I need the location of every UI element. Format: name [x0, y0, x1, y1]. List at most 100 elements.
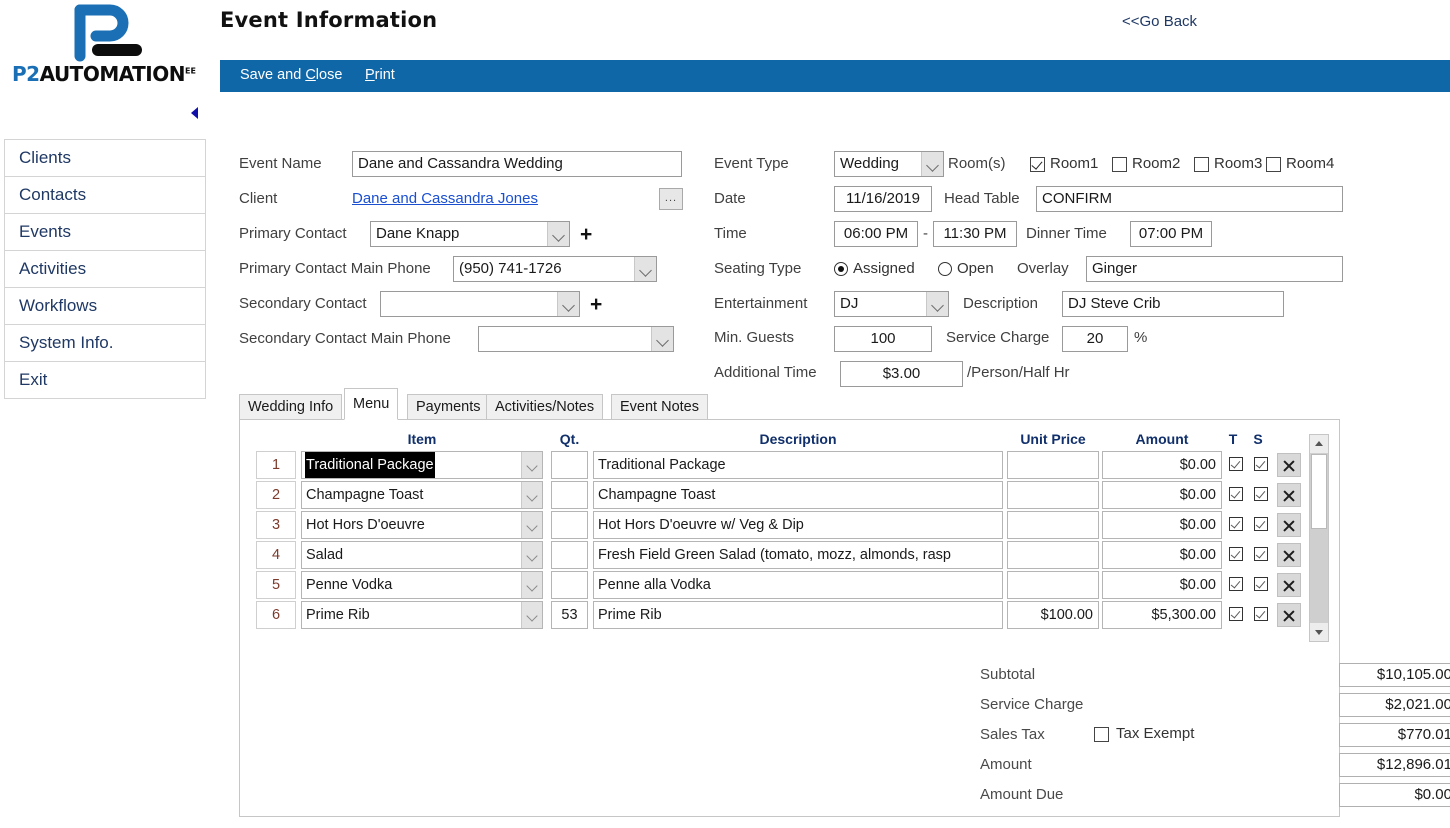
row-t-checkbox[interactable] [1229, 457, 1243, 471]
row-amount-input[interactable]: $0.00 [1102, 481, 1222, 509]
tax-exempt-checkbox[interactable] [1094, 727, 1109, 742]
chevron-down-icon[interactable] [521, 482, 542, 508]
row-delete-button[interactable] [1277, 513, 1301, 537]
chevron-down-icon[interactable] [651, 327, 673, 351]
table-row[interactable]: 4 Salad Fresh Field Green Salad (tomato,… [240, 541, 1341, 571]
row-amount-input[interactable]: $0.00 [1102, 511, 1222, 539]
table-row[interactable]: 6 Prime Rib 53 Prime Rib $100.00 $5,300.… [240, 601, 1341, 631]
row-s-checkbox[interactable] [1254, 547, 1268, 561]
dinner-time-input[interactable]: 07:00 PM [1130, 221, 1212, 247]
time-start-input[interactable]: 06:00 PM [834, 221, 918, 247]
chevron-down-icon[interactable] [521, 542, 542, 568]
primary-contact-select[interactable]: Dane Knapp [370, 221, 570, 247]
grid-scrollbar[interactable] [1309, 434, 1329, 642]
row-amount-input[interactable]: $0.00 [1102, 451, 1222, 479]
entertainment-select[interactable]: DJ [834, 291, 949, 317]
row-description-input[interactable]: Penne alla Vodka [593, 571, 1003, 599]
chevron-down-icon[interactable] [521, 452, 542, 478]
chevron-down-icon[interactable] [926, 292, 948, 316]
row-unit-price-input[interactable] [1007, 511, 1099, 539]
tab-activities-notes[interactable]: Activities/Notes [486, 394, 604, 420]
scrollbar-thumb[interactable] [1311, 454, 1327, 529]
chevron-down-icon[interactable] [521, 602, 542, 628]
row-t-checkbox[interactable] [1229, 487, 1243, 501]
row-t-checkbox[interactable] [1229, 577, 1243, 591]
row-unit-price-input[interactable] [1007, 451, 1099, 479]
row-amount-input[interactable]: $0.00 [1102, 541, 1222, 569]
service-charge-input[interactable]: 20 [1062, 326, 1128, 352]
row-qty-input[interactable] [551, 511, 588, 539]
add-primary-contact-button[interactable]: + [580, 224, 592, 245]
row-description-input[interactable]: Traditional Package [593, 451, 1003, 479]
client-link[interactable]: Dane and Cassandra Jones [352, 190, 538, 207]
row-item-select[interactable]: Champagne Toast [301, 481, 543, 509]
chevron-down-icon[interactable] [547, 222, 569, 246]
time-end-input[interactable]: 11:30 PM [933, 221, 1017, 247]
row-t-checkbox[interactable] [1229, 547, 1243, 561]
row-item-select[interactable]: Penne Vodka [301, 571, 543, 599]
row-unit-price-input[interactable] [1007, 541, 1099, 569]
client-browse-button[interactable]: ... [659, 188, 683, 210]
tab-payments[interactable]: Payments [407, 394, 490, 420]
row-qty-input[interactable] [551, 541, 588, 569]
row-qty-input[interactable] [551, 451, 588, 479]
row-delete-button[interactable] [1277, 483, 1301, 507]
chevron-down-icon[interactable] [921, 152, 943, 176]
chevron-down-icon[interactable] [521, 572, 542, 598]
row-description-input[interactable]: Champagne Toast [593, 481, 1003, 509]
row-amount-input[interactable]: $5,300.00 [1102, 601, 1222, 629]
additional-time-input[interactable]: $3.00 [840, 361, 963, 387]
row-item-select[interactable]: Prime Rib [301, 601, 543, 629]
room1-checkbox[interactable] [1030, 157, 1045, 172]
chevron-down-icon[interactable] [634, 257, 656, 281]
table-row[interactable]: 5 Penne Vodka Penne alla Vodka $0.00 [240, 571, 1341, 601]
row-delete-button[interactable] [1277, 543, 1301, 567]
row-delete-button[interactable] [1277, 603, 1301, 627]
row-description-input[interactable]: Prime Rib [593, 601, 1003, 629]
event-name-input[interactable]: Dane and Cassandra Wedding [352, 151, 682, 177]
table-row[interactable]: 3 Hot Hors D'oeuvre Hot Hors D'oeuvre w/… [240, 511, 1341, 541]
row-amount-input[interactable]: $0.00 [1102, 571, 1222, 599]
chevron-down-icon[interactable] [521, 512, 542, 538]
row-item-select[interactable]: Hot Hors D'oeuvre [301, 511, 543, 539]
primary-phone-select[interactable]: (950) 741-1726 [453, 256, 657, 282]
row-description-input[interactable]: Hot Hors D'oeuvre w/ Veg & Dip [593, 511, 1003, 539]
overlay-input[interactable]: Ginger [1086, 256, 1343, 282]
row-s-checkbox[interactable] [1254, 517, 1268, 531]
date-input[interactable]: 11/16/2019 [834, 186, 932, 212]
row-delete-button[interactable] [1277, 453, 1301, 477]
secondary-phone-select[interactable] [478, 326, 674, 352]
row-unit-price-input[interactable] [1007, 481, 1099, 509]
row-description-input[interactable]: Fresh Field Green Salad (tomato, mozz, a… [593, 541, 1003, 569]
seating-assigned-radio[interactable] [834, 262, 848, 276]
row-s-checkbox[interactable] [1254, 607, 1268, 621]
row-delete-button[interactable] [1277, 573, 1301, 597]
head-table-input[interactable]: CONFIRM [1036, 186, 1343, 212]
row-unit-price-input[interactable]: $100.00 [1007, 601, 1099, 629]
scroll-down-button[interactable] [1310, 623, 1328, 641]
row-unit-price-input[interactable] [1007, 571, 1099, 599]
row-t-checkbox[interactable] [1229, 607, 1243, 621]
row-qty-input[interactable]: 53 [551, 601, 588, 629]
room4-checkbox[interactable] [1266, 157, 1281, 172]
min-guests-input[interactable]: 100 [834, 326, 932, 352]
room2-checkbox[interactable] [1112, 157, 1127, 172]
scroll-up-button[interactable] [1310, 435, 1328, 453]
row-s-checkbox[interactable] [1254, 457, 1268, 471]
row-s-checkbox[interactable] [1254, 487, 1268, 501]
table-row[interactable]: 1 Traditional Package Traditional Packag… [240, 451, 1341, 481]
table-row[interactable]: 2 Champagne Toast Champagne Toast $0.00 [240, 481, 1341, 511]
tab-event-notes[interactable]: Event Notes [611, 394, 708, 420]
seating-open-radio[interactable] [938, 262, 952, 276]
row-qty-input[interactable] [551, 481, 588, 509]
tab-menu[interactable]: Menu [344, 388, 399, 420]
room3-checkbox[interactable] [1194, 157, 1209, 172]
tab-wedding-info[interactable]: Wedding Info [239, 394, 343, 420]
add-secondary-contact-button[interactable]: + [590, 294, 602, 315]
description-input[interactable]: DJ Steve Crib [1062, 291, 1284, 317]
chevron-down-icon[interactable] [557, 292, 579, 316]
row-t-checkbox[interactable] [1229, 517, 1243, 531]
row-s-checkbox[interactable] [1254, 577, 1268, 591]
row-item-select[interactable]: Salad [301, 541, 543, 569]
row-qty-input[interactable] [551, 571, 588, 599]
